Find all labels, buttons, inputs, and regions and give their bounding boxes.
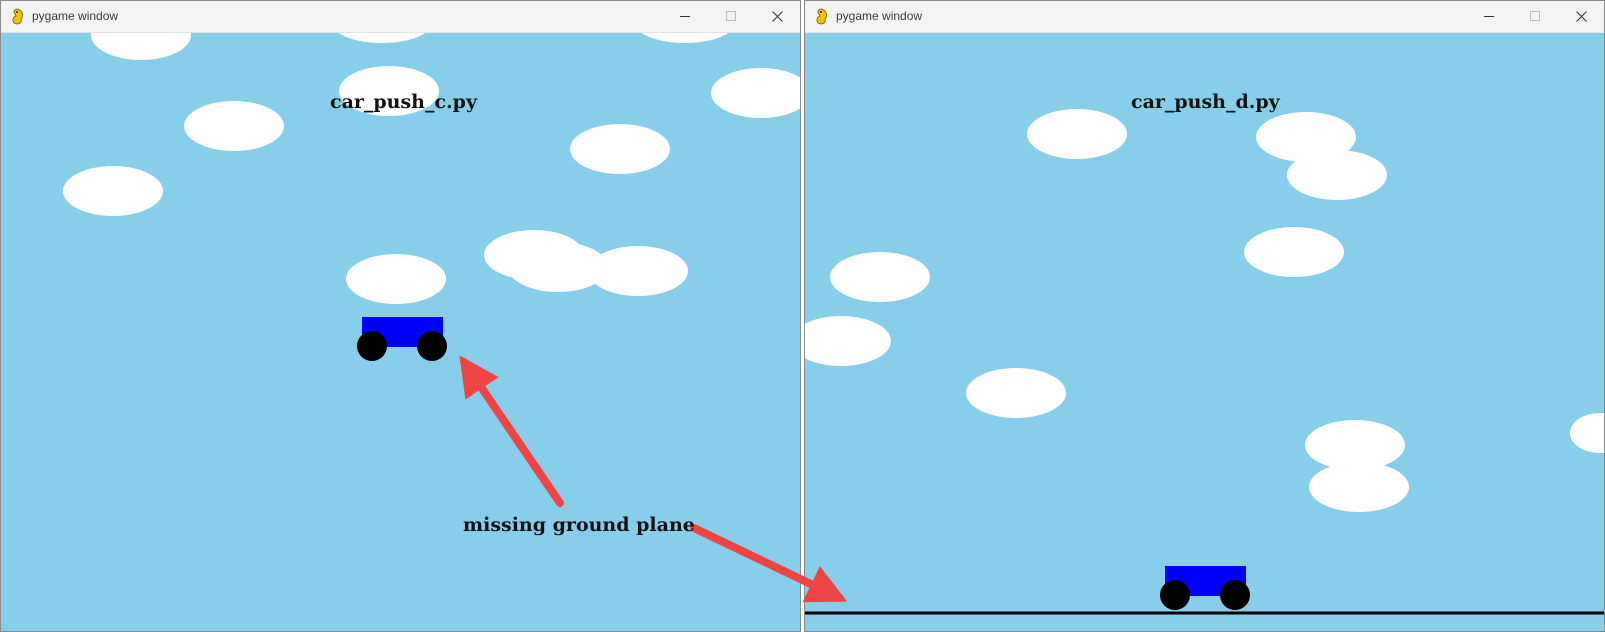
cloud [588, 246, 688, 296]
window-title: pygame window [32, 9, 119, 23]
pygame-snake-icon [12, 8, 23, 25]
script-caption: car_push_d.py [1131, 91, 1280, 113]
minimize-icon [680, 16, 690, 17]
title-bar[interactable]: pygame window [1, 1, 800, 33]
cloud [346, 254, 446, 304]
minimize-button[interactable] [1466, 1, 1512, 32]
window-title: pygame window [836, 9, 923, 23]
pygame-window-left: pygame window car_push_c.py [0, 0, 801, 632]
maximize-icon [1530, 11, 1540, 21]
title-bar[interactable]: pygame window [805, 1, 1604, 33]
close-icon [1576, 11, 1587, 22]
car-wheel [1220, 580, 1250, 610]
cloud [184, 101, 284, 151]
car-wheel [417, 331, 447, 361]
close-button[interactable] [1558, 1, 1604, 32]
game-canvas[interactable] [805, 33, 1604, 631]
cloud [1287, 150, 1387, 200]
car-wheel [357, 331, 387, 361]
cloud [1309, 462, 1409, 512]
cloud [1027, 109, 1127, 159]
minimize-button[interactable] [662, 1, 708, 32]
script-caption: car_push_c.py [330, 91, 478, 113]
maximize-button[interactable] [708, 1, 754, 32]
cloud [966, 368, 1066, 418]
pygame-window-right: pygame window car_push_d.py [804, 0, 1605, 632]
cloud [1244, 227, 1344, 277]
close-icon [772, 11, 783, 22]
cloud [570, 124, 670, 174]
game-scene [805, 33, 1604, 631]
game-canvas[interactable] [1, 33, 800, 631]
car-wheel [1160, 580, 1190, 610]
cloud [63, 166, 163, 216]
sky-background [805, 33, 1604, 631]
maximize-icon [726, 11, 736, 21]
minimize-icon [1484, 16, 1494, 17]
maximize-button[interactable] [1512, 1, 1558, 32]
close-button[interactable] [754, 1, 800, 32]
game-scene [1, 33, 800, 631]
cloud [830, 252, 930, 302]
annotation-label: missing ground plane [463, 514, 695, 536]
pygame-snake-icon [816, 8, 827, 25]
